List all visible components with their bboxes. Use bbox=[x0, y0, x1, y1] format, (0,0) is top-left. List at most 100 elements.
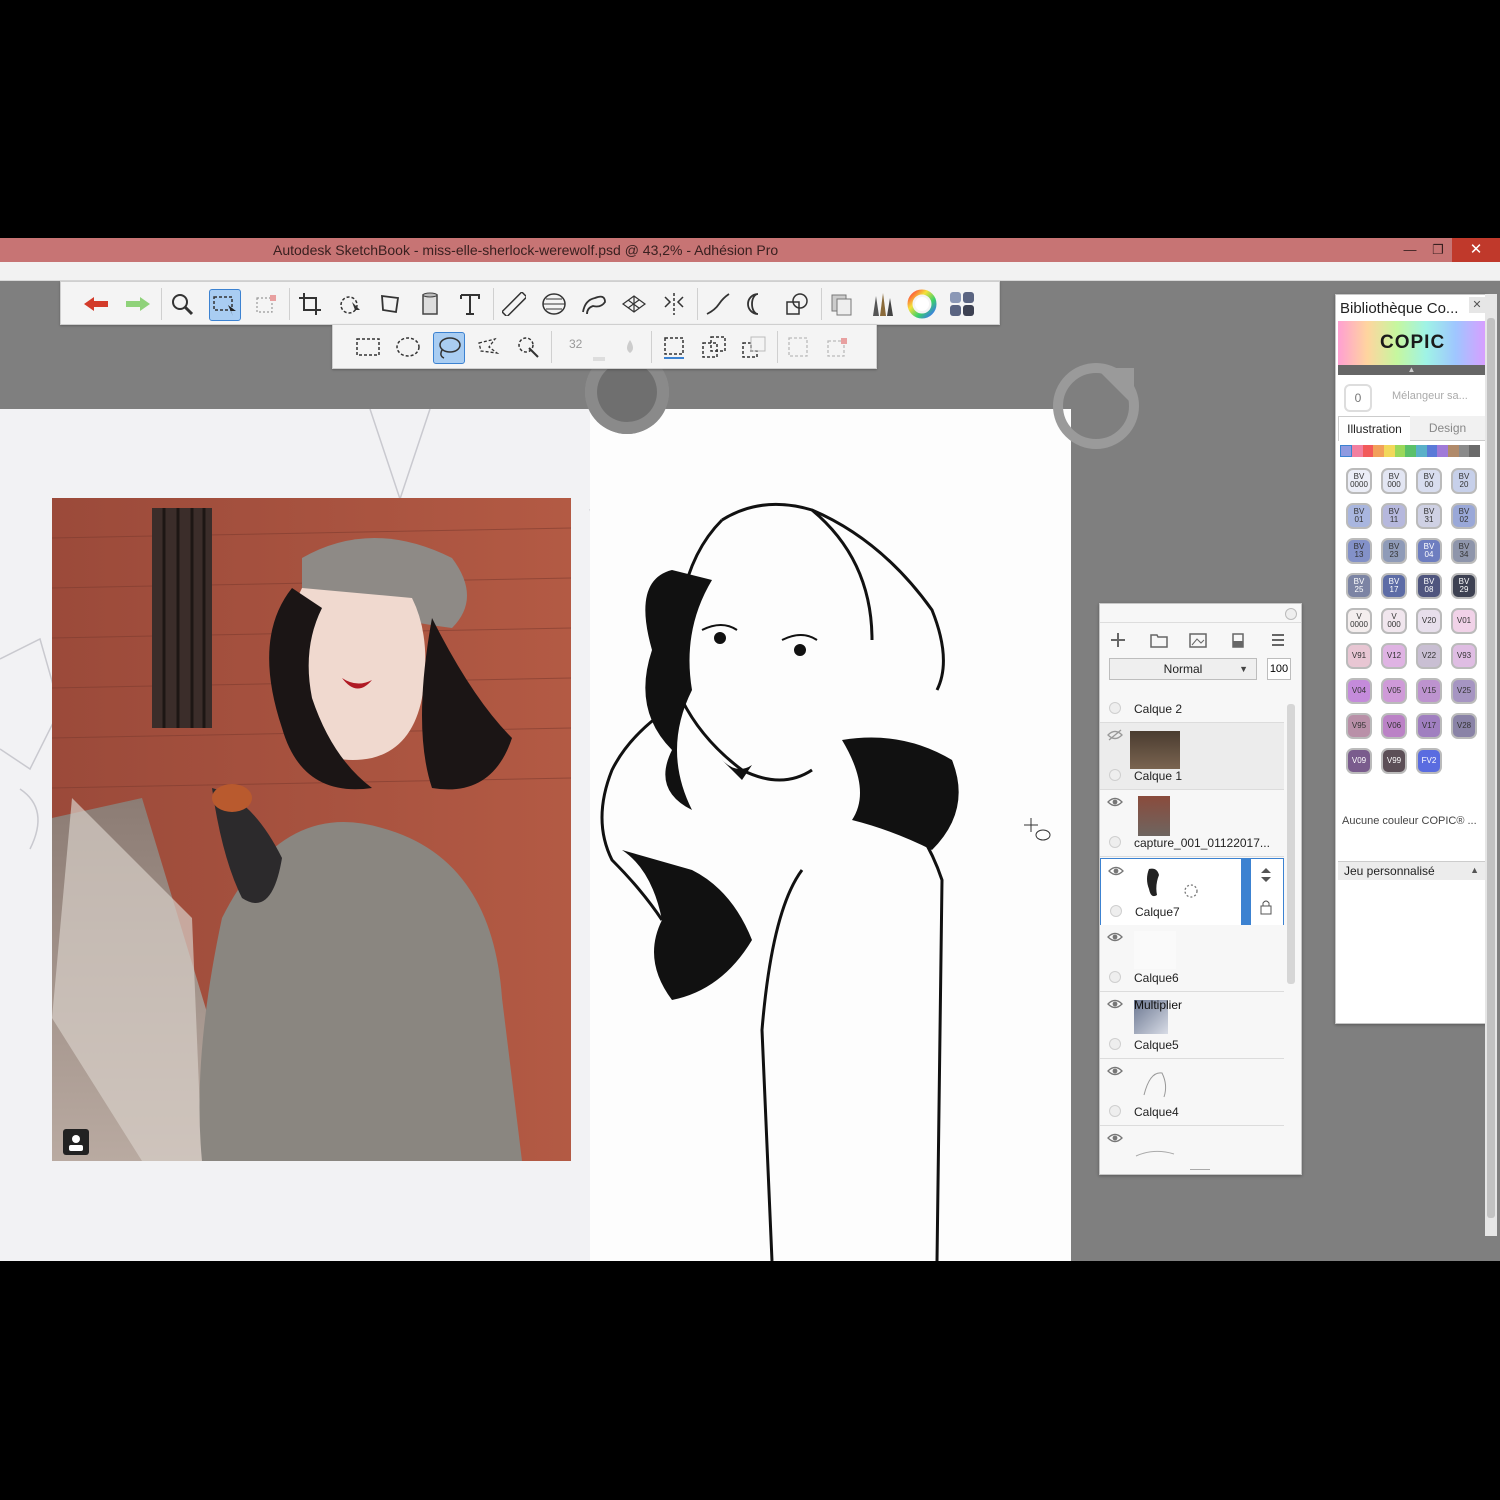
add-group-icon[interactable] bbox=[1150, 632, 1168, 648]
copic-swatch[interactable]: V 0000 bbox=[1346, 608, 1372, 634]
copic-swatch[interactable]: V12 bbox=[1381, 643, 1407, 669]
copic-swatch[interactable]: BV 31 bbox=[1416, 503, 1442, 529]
panel-close-icon[interactable] bbox=[1285, 608, 1297, 620]
clear-selection-icon[interactable] bbox=[823, 332, 853, 362]
brushes-icon[interactable] bbox=[867, 289, 897, 319]
tab-design[interactable]: Design bbox=[1410, 416, 1485, 441]
clear-layer-icon[interactable] bbox=[1230, 632, 1246, 648]
copic-swatch[interactable]: V04 bbox=[1346, 678, 1372, 704]
color-puck[interactable] bbox=[1052, 362, 1140, 450]
copic-swatch[interactable]: BV 04 bbox=[1416, 538, 1442, 564]
copic-swatch[interactable]: BV 20 bbox=[1451, 468, 1477, 494]
ruler-icon[interactable] bbox=[499, 289, 529, 319]
ellipse-guide-icon[interactable] bbox=[539, 289, 569, 319]
copic-swatch[interactable]: V06 bbox=[1381, 713, 1407, 739]
stroke-icon[interactable] bbox=[703, 289, 733, 319]
french-curve-icon[interactable] bbox=[579, 289, 609, 319]
copic-swatch[interactable]: V99 bbox=[1381, 748, 1407, 774]
copic-swatch[interactable]: V05 bbox=[1381, 678, 1407, 704]
distort-icon[interactable] bbox=[375, 289, 405, 319]
color-wheel-icon[interactable] bbox=[907, 289, 937, 319]
fill-icon[interactable] bbox=[415, 289, 445, 319]
perspective-icon[interactable] bbox=[619, 289, 649, 319]
copic-swatch[interactable]: BV 02 bbox=[1451, 503, 1477, 529]
copic-swatch[interactable]: V01 bbox=[1451, 608, 1477, 634]
layer-row[interactable]: Calque4 bbox=[1100, 1059, 1284, 1126]
eye-icon[interactable] bbox=[1107, 796, 1123, 808]
layer-row[interactable]: capture_001_01122017... bbox=[1100, 790, 1284, 857]
minimize-button[interactable]: — bbox=[1398, 238, 1422, 262]
eye-icon[interactable] bbox=[1107, 998, 1123, 1010]
layer-row[interactable]: Calque6 bbox=[1100, 925, 1284, 992]
tab-illustration[interactable]: Illustration bbox=[1338, 416, 1411, 441]
layer-row[interactable]: Calque 2 bbox=[1100, 690, 1284, 723]
eye-icon[interactable] bbox=[1107, 1065, 1123, 1077]
color-family-strip[interactable] bbox=[1340, 445, 1481, 457]
copic-swatch[interactable]: V22 bbox=[1416, 643, 1442, 669]
eye-icon[interactable] bbox=[1107, 931, 1123, 943]
layer-select-dot[interactable] bbox=[1109, 971, 1121, 983]
layer-row[interactable]: Multiplier Calque5 bbox=[1100, 992, 1284, 1059]
copic-swatch[interactable]: BV 11 bbox=[1381, 503, 1407, 529]
layers-scrollbar[interactable] bbox=[1287, 704, 1295, 984]
copic-swatch[interactable]: BV 34 bbox=[1451, 538, 1477, 564]
lasso-select-icon[interactable] bbox=[433, 332, 465, 364]
tolerance-slider[interactable] bbox=[593, 357, 605, 361]
eye-icon[interactable] bbox=[1107, 1132, 1123, 1144]
copic-swatch[interactable]: BV 17 bbox=[1381, 573, 1407, 599]
window-scrollbar[interactable] bbox=[1485, 294, 1497, 1236]
eye-icon[interactable] bbox=[1108, 865, 1124, 877]
layer-select-dot[interactable] bbox=[1109, 1105, 1121, 1117]
layers-copy-icon[interactable] bbox=[827, 289, 857, 319]
copic-swatch[interactable]: V25 bbox=[1451, 678, 1477, 704]
selection-icon[interactable] bbox=[209, 289, 241, 321]
collapse-icon[interactable]: ▲ bbox=[1338, 365, 1485, 375]
layer-menu-icon[interactable] bbox=[1270, 632, 1286, 648]
copic-swatch[interactable]: V15 bbox=[1416, 678, 1442, 704]
replace-selection-icon[interactable] bbox=[659, 332, 689, 362]
feather-icon[interactable] bbox=[615, 332, 645, 362]
close-icon[interactable]: ✕ bbox=[1469, 297, 1485, 313]
copic-swatch[interactable]: V20 bbox=[1416, 608, 1442, 634]
copic-swatch[interactable]: BV 25 bbox=[1346, 573, 1372, 599]
opacity-field[interactable]: 100 bbox=[1267, 658, 1291, 680]
layer-row[interactable]: Calque 1 bbox=[1100, 723, 1284, 790]
pattern-icon[interactable] bbox=[783, 289, 813, 319]
reference-photo[interactable] bbox=[52, 498, 571, 1161]
polyline-lasso-icon[interactable] bbox=[473, 332, 503, 362]
layer-row-selected[interactable]: Calque7 bbox=[1100, 858, 1284, 926]
copic-swatch[interactable]: V95 bbox=[1346, 713, 1372, 739]
copic-swatch[interactable]: V 000 bbox=[1381, 608, 1407, 634]
copic-swatch[interactable]: BV 000 bbox=[1381, 468, 1407, 494]
text-icon[interactable] bbox=[455, 289, 485, 319]
restore-button[interactable]: ❐ bbox=[1426, 238, 1450, 262]
layer-opacity-bar[interactable] bbox=[1241, 859, 1251, 925]
subtract-selection-icon[interactable] bbox=[739, 332, 769, 362]
custom-set-header[interactable]: Jeu personnalisé ▲ bbox=[1338, 861, 1485, 880]
copic-swatch[interactable]: V28 bbox=[1451, 713, 1477, 739]
copic-swatch[interactable]: BV 29 bbox=[1451, 573, 1477, 599]
copic-swatch[interactable]: BV 0000 bbox=[1346, 468, 1372, 494]
eye-hidden-icon[interactable] bbox=[1107, 729, 1123, 741]
add-selection-icon[interactable] bbox=[699, 332, 729, 362]
undo-icon[interactable] bbox=[81, 289, 111, 319]
mixer-counter[interactable]: 0 bbox=[1344, 384, 1372, 412]
ellipse-select-icon[interactable] bbox=[393, 332, 423, 362]
redo-icon[interactable] bbox=[123, 289, 153, 319]
transform-selection-icon[interactable] bbox=[251, 289, 281, 319]
copic-swatch[interactable]: BV 01 bbox=[1346, 503, 1372, 529]
move-icon[interactable] bbox=[335, 289, 365, 319]
panel-resize-handle[interactable] bbox=[1190, 1169, 1210, 1170]
copic-swatch[interactable]: V93 bbox=[1451, 643, 1477, 669]
mixer-label[interactable]: Mélangeur sa... bbox=[1392, 390, 1468, 402]
copic-swatch[interactable]: V17 bbox=[1416, 713, 1442, 739]
move-layer-icon[interactable] bbox=[1259, 867, 1273, 883]
copic-swatch[interactable]: BV 00 bbox=[1416, 468, 1442, 494]
copic-swatch[interactable]: BV 13 bbox=[1346, 538, 1372, 564]
magic-wand-icon[interactable] bbox=[513, 332, 543, 362]
layer-select-dot[interactable] bbox=[1109, 769, 1121, 781]
lock-layer-icon[interactable] bbox=[1259, 899, 1273, 915]
layer-select-dot[interactable] bbox=[1109, 836, 1121, 848]
zoom-icon[interactable] bbox=[167, 289, 197, 319]
symmetry-icon[interactable] bbox=[659, 289, 689, 319]
